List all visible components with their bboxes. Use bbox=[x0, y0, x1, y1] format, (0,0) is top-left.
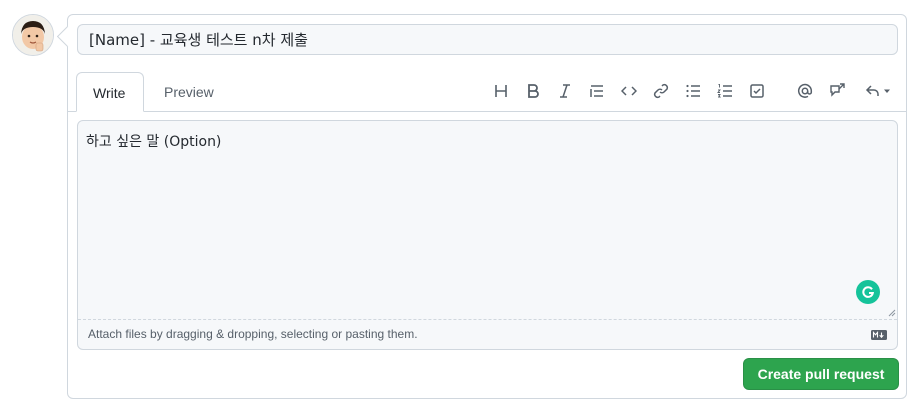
heading-icon[interactable] bbox=[489, 79, 513, 103]
markdown-toolbar bbox=[68, 79, 906, 107]
cross-reference-icon[interactable] bbox=[825, 79, 849, 103]
numbered-list-icon[interactable] bbox=[713, 79, 737, 103]
grammarly-icon[interactable] bbox=[856, 280, 880, 304]
bold-icon[interactable] bbox=[521, 79, 545, 103]
comment-editor: 하고 싶은 말 (Option) Attach files by draggin… bbox=[77, 120, 898, 350]
quote-icon[interactable] bbox=[585, 79, 609, 103]
pull-request-form: Write Preview bbox=[67, 14, 907, 399]
bulleted-list-icon[interactable] bbox=[681, 79, 705, 103]
create-pull-request-button[interactable]: Create pull request bbox=[743, 358, 899, 390]
italic-icon[interactable] bbox=[553, 79, 577, 103]
mention-icon[interactable] bbox=[793, 79, 817, 103]
comment-textarea[interactable]: 하고 싶은 말 (Option) bbox=[78, 121, 897, 318]
attach-files-text: Attach files by dragging & dropping, sel… bbox=[88, 327, 418, 341]
resize-handle[interactable] bbox=[886, 307, 896, 317]
avatar[interactable] bbox=[12, 14, 54, 56]
title-input[interactable] bbox=[77, 24, 898, 55]
link-icon[interactable] bbox=[649, 79, 673, 103]
attach-files-bar[interactable]: Attach files by dragging & dropping, sel… bbox=[78, 319, 897, 349]
editor-tabbar: Write Preview bbox=[68, 71, 906, 112]
reply-icon[interactable] bbox=[861, 79, 895, 103]
avatar-image bbox=[13, 15, 53, 55]
task-list-icon[interactable] bbox=[745, 79, 769, 103]
chevron-down-icon bbox=[884, 89, 890, 93]
markdown-icon[interactable] bbox=[871, 330, 887, 340]
code-icon[interactable] bbox=[617, 79, 641, 103]
